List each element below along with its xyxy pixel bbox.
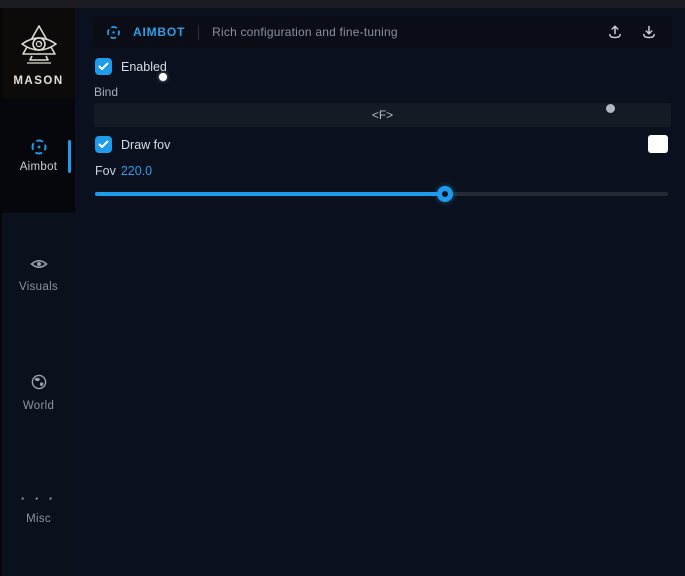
bind-label: Bind bbox=[94, 85, 118, 99]
upload-icon[interactable] bbox=[604, 21, 626, 43]
draw-fov-row: Draw fov bbox=[95, 136, 170, 153]
enabled-row: Enabled bbox=[95, 58, 167, 75]
sidebar-item-misc[interactable]: · · · Misc bbox=[2, 490, 75, 525]
sidebar-item-label: Aimbot bbox=[20, 161, 58, 173]
header-divider bbox=[198, 25, 199, 40]
eye-icon bbox=[30, 255, 48, 273]
sidebar-item-aimbot[interactable]: Aimbot bbox=[2, 98, 75, 213]
fov-label: Fov220.0 bbox=[95, 164, 152, 178]
sidebar-item-label: Visuals bbox=[2, 281, 75, 293]
main-panel: AIMBOT Rich configuration and fine-tunin… bbox=[75, 8, 685, 576]
sidebar: MASON Aimbot Visuals World bbox=[0, 8, 75, 576]
logo-text: MASON bbox=[13, 75, 63, 87]
draw-fov-label: Draw fov bbox=[121, 138, 170, 152]
mouse-cursor-dot bbox=[159, 73, 167, 81]
window-top-strip bbox=[0, 0, 685, 8]
crosshair-icon bbox=[105, 24, 122, 41]
drag-handle-dot bbox=[606, 104, 615, 113]
download-icon[interactable] bbox=[638, 21, 660, 43]
sidebar-item-visuals[interactable]: Visuals bbox=[2, 255, 75, 293]
page-subtitle: Rich configuration and fine-tuning bbox=[212, 25, 398, 39]
page-title: AIMBOT bbox=[133, 25, 185, 39]
fov-value: 220.0 bbox=[121, 164, 152, 178]
header-bar: AIMBOT Rich configuration and fine-tunin… bbox=[93, 16, 672, 48]
sidebar-item-world[interactable]: World bbox=[2, 373, 75, 412]
slider-fill bbox=[95, 192, 445, 196]
globe-icon bbox=[31, 373, 47, 391]
active-tab-indicator bbox=[68, 140, 71, 173]
crosshair-icon bbox=[29, 138, 49, 156]
logo: MASON bbox=[2, 8, 75, 98]
ellipsis-icon: · · · bbox=[21, 490, 56, 508]
slider-thumb[interactable] bbox=[437, 186, 453, 202]
mason-eye-pyramid-icon bbox=[16, 23, 62, 72]
fov-slider[interactable] bbox=[95, 184, 668, 204]
slider-track bbox=[95, 192, 668, 196]
bind-input[interactable]: <F> bbox=[94, 103, 671, 127]
bind-value: <F> bbox=[372, 108, 393, 122]
fov-color-swatch[interactable] bbox=[648, 135, 668, 153]
enabled-label: Enabled bbox=[121, 60, 167, 74]
sidebar-item-label: Misc bbox=[2, 513, 75, 525]
sidebar-item-label: World bbox=[2, 400, 75, 412]
draw-fov-checkbox[interactable] bbox=[95, 136, 112, 153]
enabled-checkbox[interactable] bbox=[95, 58, 112, 75]
